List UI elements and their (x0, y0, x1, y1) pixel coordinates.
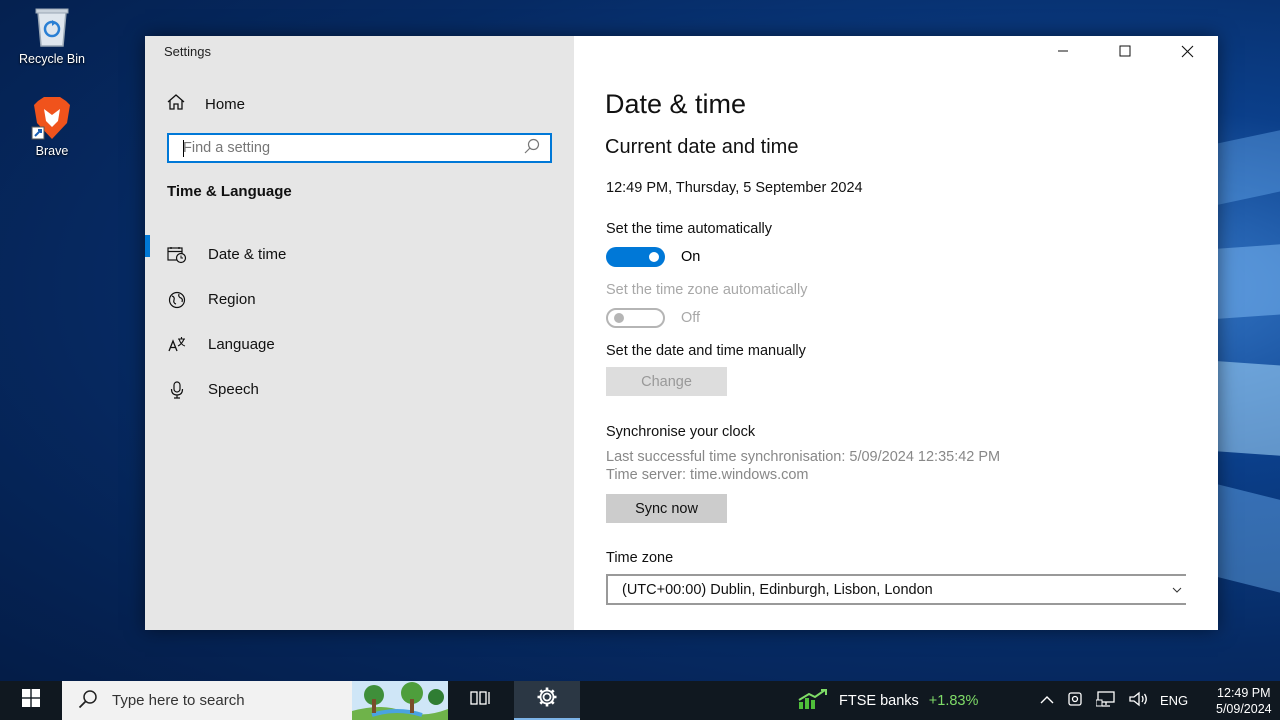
calendar-clock-icon (167, 245, 187, 265)
sidebar-nav: Date & time Region Language Speech (145, 232, 574, 412)
system-tray: ENG (1040, 681, 1188, 720)
timezone-label: Time zone (606, 550, 674, 566)
timezone-select[interactable]: (UTC+00:00) Dublin, Edinburgh, Lisbon, L… (606, 574, 1186, 605)
home-icon (167, 94, 185, 114)
desktop-icon-brave[interactable]: Brave (12, 96, 92, 158)
taskbar-clock[interactable]: 12:49 PM 5/09/2024 (1216, 685, 1272, 717)
taskbar-search-box[interactable]: Type here to search (62, 681, 448, 720)
find-setting-search[interactable] (167, 133, 552, 163)
desktop-icon-recycle-bin[interactable]: Recycle Bin (12, 4, 92, 66)
microphone-icon (167, 380, 187, 400)
close-icon[interactable] (1156, 36, 1218, 66)
sidebar-item-language[interactable]: Language (145, 322, 574, 367)
timezone-value: (UTC+00:00) Dublin, Edinburgh, Lisbon, L… (622, 581, 933, 598)
text-caret (183, 140, 184, 157)
section-title-current: Current date and time (605, 136, 799, 158)
auto-zone-state: Off (681, 310, 701, 326)
settings-window: Settings Home Time & Language Date & tim… (145, 36, 1218, 630)
task-view-icon (470, 690, 492, 711)
taskbar-search-placeholder: Type here to search (112, 692, 245, 709)
windows-logo-icon (22, 689, 40, 712)
stock-widget[interactable]: FTSE banks +1.83% (797, 681, 978, 720)
sidebar-item-region[interactable]: Region (145, 277, 574, 322)
auto-time-toggle[interactable] (606, 247, 665, 267)
minimize-icon[interactable] (1032, 36, 1094, 66)
sidebar-item-date-time[interactable]: Date & time (145, 232, 574, 277)
current-datetime: 12:49 PM, Thursday, 5 September 2024 (606, 180, 863, 196)
settings-content: Date & time Current date and time 12:49 … (574, 36, 1218, 630)
taskbar-settings-app[interactable] (514, 681, 580, 720)
home-link[interactable]: Home (167, 94, 245, 114)
desktop-icon-label: Brave (35, 144, 69, 158)
sidebar-item-label: Region (208, 291, 256, 308)
last-sync-text: Last successful time synchronisation: 5/… (606, 449, 1001, 465)
auto-time-label: Set the time automatically (606, 221, 773, 237)
sidebar-item-speech[interactable]: Speech (145, 367, 574, 412)
sidebar-section-title: Time & Language (167, 183, 292, 200)
start-button[interactable] (0, 681, 62, 720)
auto-zone-toggle[interactable] (606, 308, 665, 328)
search-icon[interactable] (524, 138, 540, 159)
find-setting-input[interactable] (183, 140, 524, 156)
sidebar-item-label: Date & time (208, 246, 287, 263)
home-label: Home (205, 95, 246, 113)
chevron-up-icon[interactable] (1040, 693, 1054, 708)
task-view-button[interactable] (448, 681, 514, 720)
sync-title: Synchronise your clock (606, 424, 756, 440)
gear-icon (536, 686, 558, 713)
search-highlight-art (352, 681, 448, 720)
globe-icon (167, 290, 187, 310)
language-indicator[interactable]: ENG (1160, 693, 1188, 708)
sidebar-item-label: Language (208, 336, 275, 353)
time-server-text: Time server: time.windows.com (606, 467, 809, 483)
window-title: Settings (164, 44, 211, 59)
network-icon[interactable] (1095, 690, 1116, 711)
taskbar: Type here to search FTSE banks +1.83% EN… (0, 681, 1280, 720)
brave-icon (30, 96, 74, 140)
manual-label: Set the date and time manually (606, 343, 806, 359)
stock-name: FTSE banks (839, 692, 919, 709)
language-icon (167, 335, 187, 355)
recycle-bin-icon (30, 4, 74, 48)
maximize-icon[interactable] (1094, 36, 1156, 66)
auto-zone-label: Set the time zone automatically (606, 282, 808, 298)
meet-now-icon[interactable] (1066, 690, 1084, 711)
auto-time-state: On (681, 249, 701, 265)
change-button[interactable]: Change (606, 367, 727, 396)
search-icon (78, 689, 98, 713)
clock-date: 5/09/2024 (1216, 702, 1272, 716)
stock-trend-icon (797, 688, 829, 714)
sync-now-button[interactable]: Sync now (606, 494, 727, 523)
sidebar-item-label: Speech (208, 381, 259, 398)
page-title: Date & time (605, 89, 747, 119)
stock-change: +1.83% (928, 692, 979, 709)
desktop-icon-label: Recycle Bin (19, 52, 85, 66)
window-controls (1032, 36, 1218, 66)
chevron-down-icon (1172, 583, 1182, 599)
clock-time: 12:49 PM (1217, 686, 1271, 700)
volume-icon[interactable] (1128, 690, 1148, 711)
settings-sidebar: Settings Home Time & Language Date & tim… (145, 36, 574, 630)
